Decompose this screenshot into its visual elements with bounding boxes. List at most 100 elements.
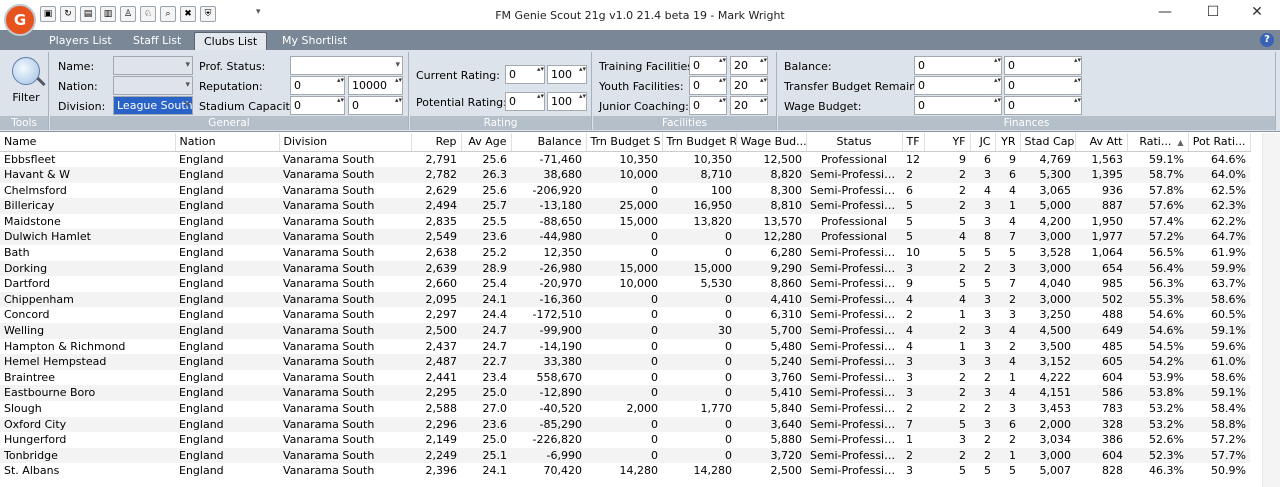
table-row[interactable]: Ebbsfleet England Vanarama South 2,791 25.6 -… bbox=[0, 151, 1250, 167]
table-cell: 604 bbox=[1075, 447, 1127, 464]
filter-button[interactable]: Filter bbox=[8, 57, 44, 111]
table-row[interactable]: Slough England Vanarama South 2,588 27.0 -40,… bbox=[0, 401, 1250, 417]
column-header[interactable]: YR bbox=[995, 133, 1021, 152]
table-cell: Semi-Professio... bbox=[806, 447, 902, 464]
table-cell: England bbox=[175, 354, 279, 370]
table-row[interactable]: Concord England Vanarama South 2,297 24.4 -17… bbox=[0, 307, 1250, 323]
table-cell: 8,710 bbox=[662, 167, 736, 183]
table-row[interactable]: Eastbourne Boro England Vanarama South 2,29… bbox=[0, 385, 1250, 401]
transfer-min-input[interactable]: 0 bbox=[914, 76, 1002, 95]
column-header[interactable]: JC bbox=[970, 133, 996, 152]
stadium-max-input[interactable]: 0 bbox=[348, 96, 403, 115]
wage-max-input[interactable]: 0 bbox=[1004, 96, 1082, 115]
table-row[interactable]: Chippenham England Vanarama South 2,095 24.1… bbox=[0, 291, 1250, 308]
tab-staff-list[interactable]: Staff List bbox=[124, 32, 190, 50]
table-cell: England bbox=[175, 291, 279, 308]
table-cell: 2,000 bbox=[1020, 416, 1075, 433]
wage-min-input[interactable]: 0 bbox=[914, 96, 1002, 115]
table-cell: Semi-Professio... bbox=[810, 402, 902, 415]
current-rating-min-input[interactable]: 0 bbox=[505, 65, 545, 84]
table-cell: 2 bbox=[924, 167, 970, 183]
table-row[interactable]: Maidstone England Vanarama South 2,835 25.5 -… bbox=[0, 214, 1250, 230]
column-header[interactable]: Rep bbox=[411, 133, 462, 152]
table-cell: 2,296 bbox=[411, 416, 461, 433]
column-header[interactable]: Pot Rati... bbox=[1188, 133, 1251, 152]
table-cell: -26,980 bbox=[511, 260, 586, 277]
table-row[interactable]: Billericay England Vanarama South 2,494 25.7… bbox=[0, 198, 1250, 214]
table-row[interactable]: Dulwich Hamlet England Vanarama South 2,549… bbox=[0, 229, 1250, 246]
table-row[interactable]: St. Albans England Vanarama South 2,396 24.1… bbox=[0, 463, 1250, 479]
column-header[interactable]: Balance bbox=[511, 133, 587, 152]
reputation-max-input[interactable]: 10000 bbox=[348, 76, 403, 95]
table-cell: Vanarama South bbox=[279, 385, 411, 401]
name-combo[interactable] bbox=[113, 56, 193, 75]
vertical-scrollbar[interactable] bbox=[1262, 133, 1280, 487]
table-row[interactable]: Oxford City England Vanarama South 2,296 23.… bbox=[0, 416, 1250, 433]
table-cell: 6 bbox=[984, 152, 991, 166]
table-cell: Vanarama South bbox=[279, 229, 411, 246]
table-row[interactable]: Bath England Vanarama South 2,638 25.2 12,350… bbox=[0, 245, 1250, 261]
table-cell: 4,500 bbox=[1020, 323, 1075, 339]
nation-combo[interactable] bbox=[113, 76, 193, 95]
table-cell: 3,453 bbox=[1039, 402, 1072, 415]
column-header[interactable]: Av Age bbox=[461, 133, 512, 152]
column-header[interactable]: Rati... ▲ bbox=[1127, 133, 1189, 152]
youth-max-input[interactable]: 20 bbox=[730, 76, 768, 95]
potential-rating-min-input[interactable]: 0 bbox=[505, 92, 545, 111]
column-header[interactable]: Stad Cap bbox=[1020, 133, 1076, 152]
table-row[interactable]: Havant & W England Vanarama South 2,782 26.3… bbox=[0, 167, 1250, 183]
maximize-button[interactable]: ☐ bbox=[1190, 0, 1236, 26]
table-cell: -88,650 bbox=[539, 214, 582, 228]
tab-my-shortlist[interactable]: My Shortlist bbox=[273, 32, 356, 50]
division-combo[interactable]: League South bbox=[113, 96, 193, 115]
clubs-table-container[interactable]: Name Nation Division Rep Av Age Balance Trn Bu… bbox=[0, 133, 1280, 487]
column-header[interactable]: Av Att bbox=[1075, 133, 1128, 152]
table-cell: 6 bbox=[906, 183, 913, 197]
column-header[interactable]: TF bbox=[902, 133, 925, 152]
training-min-input[interactable]: 0 bbox=[689, 56, 727, 75]
tab-players-list[interactable]: Players List bbox=[40, 32, 121, 50]
table-row[interactable]: Braintree England Vanarama South 2,441 23.4 5… bbox=[0, 370, 1250, 386]
help-icon[interactable]: ? bbox=[1260, 33, 1274, 47]
column-header[interactable]: Wage Bud... bbox=[736, 133, 807, 152]
column-header[interactable]: Name bbox=[0, 133, 176, 152]
youth-min-input[interactable]: 0 bbox=[689, 76, 727, 95]
table-cell: 4 bbox=[902, 291, 924, 308]
table-row[interactable]: Hungerford England Vanarama South 2,149 25.0… bbox=[0, 432, 1250, 448]
column-header[interactable]: YF bbox=[924, 133, 971, 152]
table-cell: 16,950 bbox=[662, 198, 736, 214]
transfer-max-input[interactable]: 0 bbox=[1004, 76, 1082, 95]
table-row[interactable]: Dartford England Vanarama South 2,660 25.4 -2… bbox=[0, 276, 1250, 292]
tab-clubs-list[interactable]: Clubs List bbox=[194, 32, 268, 50]
table-cell: 1,977 bbox=[1075, 229, 1127, 246]
current-rating-max-input[interactable]: 100 bbox=[547, 65, 587, 84]
stadium-min-input[interactable]: 0 bbox=[290, 96, 345, 115]
table-cell: 3,760 bbox=[770, 370, 803, 384]
table-row[interactable]: Tonbridge England Vanarama South 2,249 25.1-… bbox=[0, 447, 1250, 464]
junior-min-input[interactable]: 0 bbox=[689, 96, 727, 115]
column-header[interactable]: Trn Budget S bbox=[586, 133, 663, 152]
table-row[interactable]: Dorking England Vanarama South 2,639 28.9 -26… bbox=[0, 260, 1250, 277]
balance-max-input[interactable]: 0 bbox=[1004, 56, 1082, 75]
balance-min-input[interactable]: 0 bbox=[914, 56, 1002, 75]
minimize-button[interactable]: — bbox=[1142, 0, 1188, 26]
table-cell: Vanarama South bbox=[279, 354, 411, 370]
table-cell: 3 bbox=[906, 370, 913, 384]
close-button[interactable]: ✕ bbox=[1234, 0, 1280, 26]
reputation-min-input[interactable]: 0 bbox=[290, 76, 345, 95]
table-row[interactable]: Welling England Vanarama South 2,500 24.7 -99… bbox=[0, 323, 1250, 339]
junior-max-input[interactable]: 20 bbox=[730, 96, 768, 115]
column-header[interactable]: Nation bbox=[175, 133, 280, 152]
table-cell: 64.6% bbox=[1211, 152, 1246, 166]
table-row[interactable]: Chelmsford England Vanarama South 2,629 25.6… bbox=[0, 183, 1250, 199]
table-row[interactable]: Hemel Hempstead England Vanarama South 2,48… bbox=[0, 354, 1250, 370]
column-header[interactable]: Division bbox=[279, 133, 412, 152]
table-row[interactable]: Hampton & Richmond England Vanarama South 2… bbox=[0, 339, 1250, 355]
potential-rating-max-input[interactable]: 100 bbox=[547, 92, 587, 111]
app-logo-icon[interactable]: G bbox=[4, 4, 36, 36]
training-max-input[interactable]: 20 bbox=[730, 56, 768, 75]
column-header[interactable]: Trn Budget R bbox=[662, 133, 737, 152]
column-header[interactable]: Status bbox=[806, 133, 903, 152]
column-header-label: YR bbox=[1001, 135, 1016, 149]
prof-status-combo[interactable] bbox=[290, 56, 403, 75]
